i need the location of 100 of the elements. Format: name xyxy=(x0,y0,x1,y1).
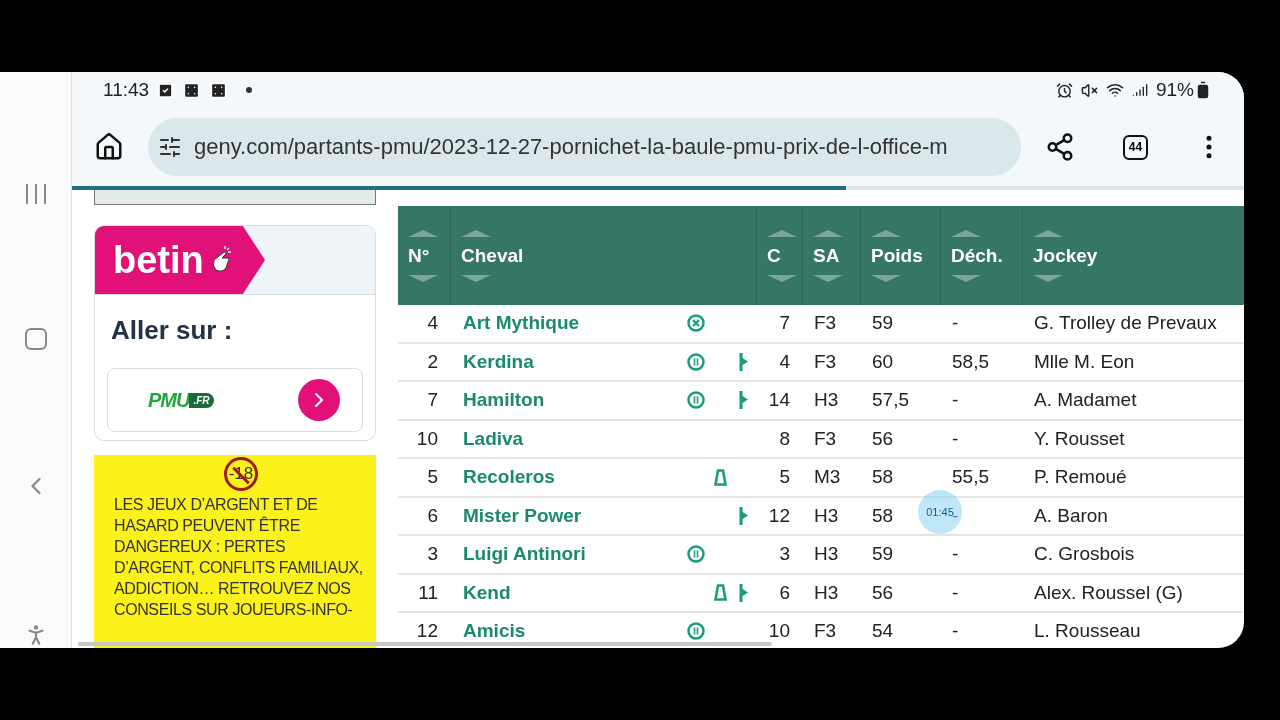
horse-name-link[interactable]: Luigi Antinori xyxy=(463,543,684,566)
table-cell-text: G. Trolley de Prevaux xyxy=(1033,312,1218,335)
table-cell-text: 5 xyxy=(426,466,439,489)
horse-name-link[interactable]: Art Mythique xyxy=(463,312,684,335)
column-header[interactable]: N° xyxy=(408,244,450,267)
column-header[interactable]: Cheval xyxy=(461,244,756,267)
status-time: 11:43 xyxy=(103,79,150,101)
table-cell-text: 11 xyxy=(417,581,439,604)
table-cell-text: F3 xyxy=(813,427,838,450)
address-bar[interactable]: geny.com/partants-pmu/2023-12-27-pornichet-la-baule-pmu-prix-de-l-office-m xyxy=(148,118,1021,176)
table-cell-text: F3 xyxy=(813,312,838,335)
table-cell-text: M3 xyxy=(813,466,842,489)
table-cell-text: - xyxy=(951,427,960,450)
sort-icon[interactable] xyxy=(871,274,901,283)
table-cell-text: 10 xyxy=(415,427,439,450)
column-header[interactable]: Déch. xyxy=(951,244,1022,267)
table-cell-text: - xyxy=(951,389,960,412)
warning-text: LES JEUX D’ARGENT ET DE HASARD PEUVENT ÊTRE DANGEREUX : PERTES D’ARGENT, CONFLITS FAMILIAUX, ADDICTION… RETROUVEZ NOS CONSEILS SUR JOUEURS-INFO- xyxy=(114,495,364,620)
sort-icon[interactable] xyxy=(1033,274,1063,283)
table-cell-text: Mlle M. Eon xyxy=(1033,350,1136,373)
dot-icon xyxy=(246,87,253,93)
sort-icon[interactable] xyxy=(767,228,797,237)
table-cell-text: 8 xyxy=(778,427,791,450)
sort-icon[interactable] xyxy=(1033,228,1063,237)
table-cell-text: 59 xyxy=(871,543,895,566)
sort-icon[interactable] xyxy=(813,228,843,237)
table-cell-text: 57,5 xyxy=(871,389,910,412)
sort-icon[interactable] xyxy=(951,228,981,237)
column-header[interactable]: Poids xyxy=(871,244,940,267)
table-cell-text: F3 xyxy=(813,350,838,373)
brand-banner: betin xyxy=(95,226,265,294)
table-cell-text: 56 xyxy=(871,581,895,604)
sort-icon[interactable] xyxy=(813,274,843,283)
sort-icon[interactable] xyxy=(408,228,438,237)
wifi-icon xyxy=(1105,81,1124,99)
table-cell-text: H3 xyxy=(813,581,840,604)
table-cell-text: 58 xyxy=(871,466,895,489)
column-header[interactable]: C xyxy=(767,244,802,267)
dice-icon xyxy=(209,80,229,100)
tab-count-button[interactable]: 44 xyxy=(1123,134,1148,160)
column-header[interactable]: Jockey xyxy=(1033,244,1244,267)
table-cell-text: H3 xyxy=(813,389,840,412)
table-cell-text: 6 xyxy=(426,504,439,527)
table-cell-text: 55,5 xyxy=(951,466,990,489)
table-cell-text: H3 xyxy=(813,504,840,527)
table-cell-text: 10 xyxy=(767,620,791,643)
horse-name-link[interactable]: Mister Power xyxy=(463,504,684,527)
sort-icon[interactable] xyxy=(951,274,981,283)
table-cell-text: L. Rousseau xyxy=(1033,620,1142,643)
table-cell-text: 7 xyxy=(426,389,439,412)
mute-icon xyxy=(1080,81,1098,99)
scrollbar[interactable] xyxy=(78,642,772,646)
horse-name-link[interactable]: Amicis xyxy=(463,620,684,643)
home-icon[interactable] xyxy=(94,132,124,162)
share-icon[interactable] xyxy=(1045,132,1075,162)
table-cell-text: 4 xyxy=(778,350,791,373)
horse-name-link[interactable]: Kend xyxy=(463,581,684,604)
sort-icon[interactable] xyxy=(408,274,438,283)
table-cell-text: 14 xyxy=(767,389,791,412)
checkbox-notification-icon xyxy=(157,81,175,99)
table-cell-text: 4 xyxy=(426,312,439,335)
sort-icon[interactable] xyxy=(767,274,797,283)
table-cell-text: 3 xyxy=(426,543,439,566)
table-cell-text: - xyxy=(951,312,960,335)
table-cell-text: 60 xyxy=(871,350,895,373)
chevron-right-icon[interactable] xyxy=(298,379,340,421)
table-cell-text: - xyxy=(951,620,960,643)
signal-icon xyxy=(1131,82,1148,98)
table-cell-text: - xyxy=(951,543,960,566)
table-cell-text: 12 xyxy=(415,620,439,643)
table-cell-text: 12 xyxy=(767,504,791,527)
table-cell-text: 54 xyxy=(871,620,895,643)
horse-name-link[interactable]: Recoleros xyxy=(463,466,684,489)
table-cell-text: 58,5 xyxy=(951,350,990,373)
table-cell-text: F3 xyxy=(813,620,838,643)
card-heading: Aller sur : xyxy=(111,315,234,346)
recent-apps-icon[interactable] xyxy=(24,183,47,204)
table-cell-text: P. Remoué xyxy=(1033,466,1128,489)
battery-percent: 91% xyxy=(1155,79,1194,101)
table-cell-text: Y. Rousset xyxy=(1033,427,1126,450)
table-cell-text: 7 xyxy=(778,312,791,335)
table-cell-text: A. Madamet xyxy=(1033,389,1138,412)
table-cell-text: A. Baron xyxy=(1033,504,1109,527)
site-settings-icon[interactable] xyxy=(158,135,182,159)
table-cell-text: H3 xyxy=(813,543,840,566)
sort-icon[interactable] xyxy=(461,228,491,237)
home-square-icon[interactable] xyxy=(24,327,47,350)
table-cell-text: - xyxy=(951,581,960,604)
sort-icon[interactable] xyxy=(871,228,901,237)
table-cell-text: Alex. Roussel (G) xyxy=(1033,581,1184,604)
sort-icon[interactable] xyxy=(461,274,491,283)
horse-name-link[interactable]: Ladiva xyxy=(463,427,684,450)
table-cell-text: 5 xyxy=(778,466,791,489)
horse-name-link[interactable]: Hamilton xyxy=(463,389,684,412)
table-cell-text: 2 xyxy=(426,350,439,373)
dice-icon xyxy=(182,80,202,100)
partner-link-button[interactable]: PMU .FR xyxy=(107,368,363,432)
column-header[interactable]: SA xyxy=(813,244,860,267)
horse-name-link[interactable]: Kerdina xyxy=(463,350,684,373)
table-cell-text: 3 xyxy=(778,543,791,566)
